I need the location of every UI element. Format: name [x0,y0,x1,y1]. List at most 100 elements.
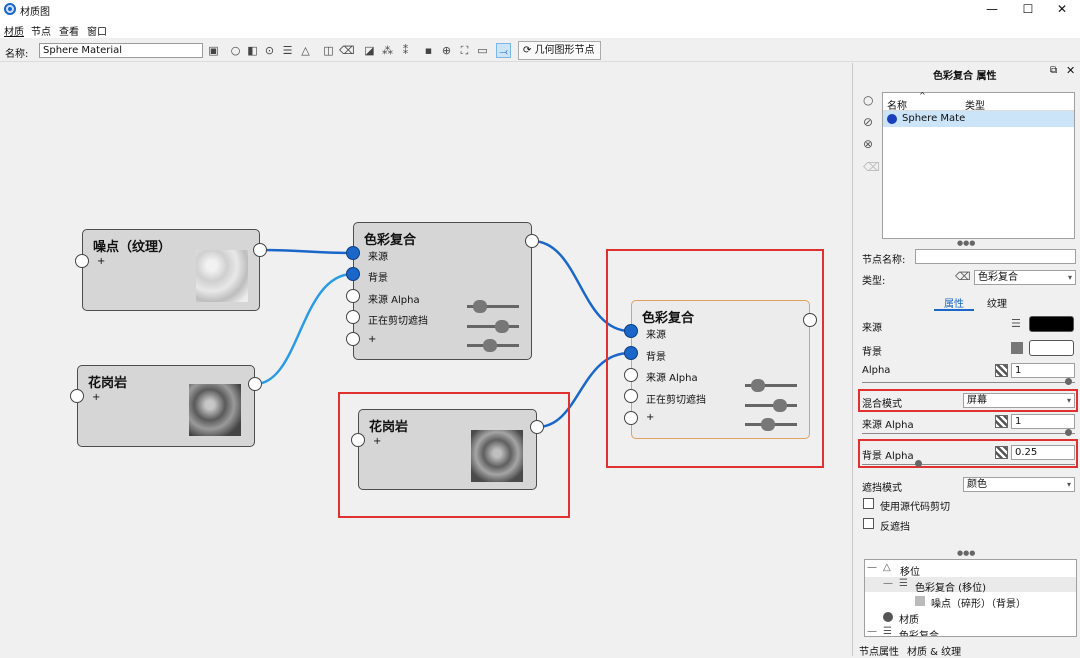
close-panel-icon[interactable]: ✕ [1066,64,1075,77]
layer-icon[interactable]: △ [298,43,313,58]
preview-icon[interactable]: ◧ [245,43,260,58]
tree-item-composite-displace[interactable]: 色彩复合 (移位) [915,579,986,594]
input-port[interactable] [351,433,365,447]
menu-node[interactable]: 节点 [31,23,51,38]
adjust-icon[interactable]: ☰ [1011,317,1021,330]
splitter-dots[interactable]: ●●● [957,239,975,247]
connect-icon[interactable]: ⤙ [496,43,511,58]
tab-texture[interactable]: 纹理 [987,295,1007,310]
texture-icon[interactable] [1011,342,1023,354]
tree-item-displace[interactable]: 移位 [900,563,920,578]
material-list[interactable]: 名称 ^ 类型 Sphere Mate [882,91,1075,239]
collapse-icon[interactable]: — [883,578,893,589]
source-color-swatch[interactable] [1029,316,1074,332]
add-input[interactable]: + [97,256,105,267]
background-alpha-slider[interactable] [862,464,1075,465]
group-icon[interactable]: ⁂ [380,43,395,58]
alpha-slider-knob[interactable] [1065,378,1072,385]
input-port-source[interactable] [624,324,638,338]
slider[interactable] [467,320,519,333]
copy-icon[interactable]: ⊘ [863,115,873,129]
background-alpha-knob[interactable] [915,460,922,467]
tree-item-noise-fractal[interactable]: 噪点（碎形）（背景） [931,595,1026,610]
input-port-source-alpha[interactable] [346,289,360,303]
add-input[interactable]: + [92,392,100,403]
input-port-background[interactable] [346,267,360,281]
output-port[interactable] [525,234,539,248]
material-name-input[interactable]: Sphere Material [39,43,203,58]
add-input[interactable]: + [373,436,381,447]
node-add-icon[interactable]: ◪ [362,43,377,58]
duplicate-icon[interactable]: ◫ [321,43,336,58]
col-name[interactable]: 名称 [887,97,907,112]
mask-mode-dropdown[interactable]: 颜色 [963,477,1075,492]
source-alpha-slider[interactable] [862,433,1075,434]
slider[interactable] [467,339,519,352]
maximize-button[interactable]: ☐ [1012,0,1044,18]
play-icon[interactable]: ⊙ [262,43,277,58]
node-color-composite-1[interactable]: 色彩复合 来源 背景 来源 Alpha 正在剪切遮挡 + [353,222,532,360]
type-dropdown[interactable]: 色彩复合 [974,270,1076,285]
target-icon[interactable]: ⊕ [439,43,454,58]
tab-properties[interactable]: 属性 [944,295,964,310]
background-alpha-input[interactable]: 0.25 [1011,445,1075,460]
output-port[interactable] [530,420,544,434]
splitter-dots[interactable]: ●●● [957,549,975,557]
sphere-icon[interactable]: ○ [228,43,243,58]
slider[interactable] [467,300,519,313]
tree-item-composite[interactable]: 色彩复合 [899,627,939,636]
save-icon[interactable]: ▣ [206,43,221,58]
sphere-icon[interactable]: ○ [863,93,873,107]
menu-view[interactable]: 查看 [59,23,79,38]
collapse-icon[interactable]: — [867,562,877,573]
slider[interactable] [745,418,797,431]
tree-item-material[interactable]: 材质 [899,611,919,626]
input-port-add[interactable] [624,411,638,425]
node-noise-texture[interactable]: 噪点（纹理） + [82,229,260,311]
input-port-source-alpha[interactable] [624,368,638,382]
blend-mode-dropdown[interactable]: 屏幕 [963,393,1075,408]
trash-icon[interactable]: ⌫ [339,43,355,58]
input-port-add[interactable] [346,332,360,346]
node-granite-1[interactable]: 花岗岩 + [77,365,255,447]
menu-material[interactable]: 材质 [4,23,24,38]
add-input[interactable]: + [368,334,376,345]
input-port-source[interactable] [346,246,360,260]
background-color-swatch[interactable] [1029,340,1074,356]
list-item[interactable]: Sphere Mate [883,111,1074,127]
close-button[interactable]: ✕ [1046,0,1078,18]
node-name-input[interactable] [915,249,1076,264]
col-type[interactable]: 类型 [965,97,985,112]
zoom100-icon[interactable]: ▭ [475,43,490,58]
menu-window[interactable]: 窗口 [87,23,107,38]
input-port[interactable] [75,254,89,268]
output-port[interactable] [803,313,817,327]
input-port-clip-mask[interactable] [346,310,360,324]
output-port[interactable] [248,377,262,391]
float-icon[interactable]: ⧉ [1050,65,1057,76]
trash-icon[interactable]: ⌫ [863,160,880,174]
input-port-clip-mask[interactable] [624,389,638,403]
ungroup-icon[interactable]: ⁑ [398,43,413,58]
output-port[interactable] [253,243,267,257]
use-source-clip-checkbox[interactable] [863,498,874,509]
input-port-background[interactable] [624,346,638,360]
add-input[interactable]: + [646,412,654,423]
alpha-slider[interactable] [862,382,1075,383]
source-alpha-input[interactable]: 1 [1011,414,1075,429]
input-port[interactable] [70,389,84,403]
invert-mask-checkbox[interactable] [863,518,874,529]
node-granite-2[interactable]: 花岗岩 + [358,409,537,490]
source-alpha-knob[interactable] [1065,429,1072,436]
slider[interactable] [745,399,797,412]
link-icon[interactable]: ⊗ [863,137,873,151]
fit-icon[interactable]: ⛶ [457,43,472,58]
node-tree[interactable]: — △ 移位 — ☰ 色彩复合 (移位) 噪点（碎形）（背景） 材质 — ☰ 色… [864,559,1077,637]
slider[interactable] [745,379,797,392]
node-graph-canvas[interactable]: 噪点（纹理） + 花岗岩 + 花岗岩 + 色彩复合 来源 背景 来源 Alpha… [0,63,852,656]
node-color-composite-2[interactable]: 色彩复合 来源 背景 来源 Alpha 正在剪切遮挡 + [631,300,810,439]
arrange-icon[interactable]: ▪ [421,43,436,58]
minimize-button[interactable]: — [976,0,1008,18]
alpha-input[interactable]: 1 [1011,363,1075,378]
geometry-node-button[interactable]: ⟳ 几何图形节点 [518,41,601,60]
